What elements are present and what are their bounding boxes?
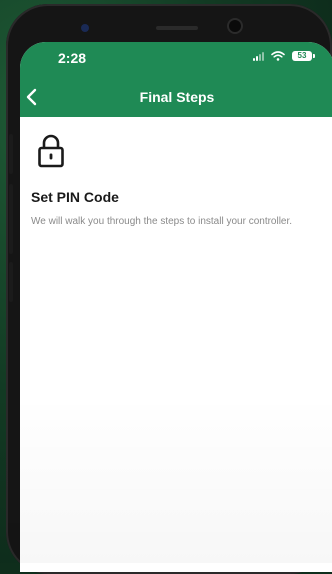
wifi-icon	[271, 51, 285, 61]
side-button	[9, 134, 13, 174]
page-title: Final Steps	[139, 89, 215, 105]
lock-icon	[37, 133, 65, 169]
section-title: Set PIN Code	[31, 189, 119, 205]
status-icons: 53	[253, 51, 315, 61]
side-button	[9, 262, 13, 302]
earpiece-speaker	[156, 26, 198, 30]
front-camera	[229, 20, 241, 32]
app-screen: 2:28 53 Final Steps Set PIN Code We will…	[20, 42, 332, 572]
app-header: 2:28 53 Final Steps	[20, 42, 332, 117]
section-description: We will walk you through the steps to in…	[31, 216, 293, 227]
status-time: 2:28	[58, 50, 87, 66]
side-button	[9, 184, 13, 254]
battery-icon: 53	[292, 51, 315, 61]
signal-icon	[253, 51, 264, 61]
phone-frame: 2:28 53 Final Steps Set PIN Code We will…	[6, 4, 332, 574]
front-sensor	[81, 24, 89, 32]
